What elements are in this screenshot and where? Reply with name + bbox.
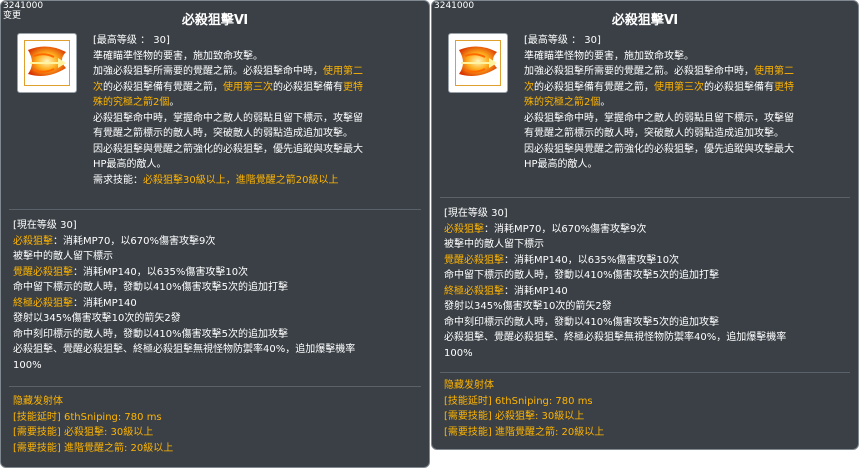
- desc-line: 因必殺狙擊與覺醒之箭強化的必殺狙擊，優先追蹤與攻擊最大: [524, 143, 794, 155]
- skill-stat-line: 必殺狙擊：消耗MP70，以670%傷害攻擊9次: [13, 235, 216, 247]
- skill-stat-line: 必殺狙擊、覺醒必殺狙擊、終極必殺狙擊無視怪物防禦率40%，追加爆擊機率: [13, 344, 356, 355]
- skill-icon: [448, 33, 508, 93]
- skill-stat-line: 被擊中的敵人留下標示: [13, 251, 113, 262]
- divider: [440, 197, 850, 198]
- skill-description: [最高等级 ： 30] 準確瞄準怪物的要害，施加致命攻擊。 加強必殺狙擊所需要的…: [524, 33, 854, 173]
- max-level: [最高等级 ： 30]: [93, 35, 170, 46]
- skill-stat-line: 100%: [444, 347, 473, 359]
- skill-stat-line: 必殺狙擊：消耗MP70，以670%傷害攻擊9次: [444, 223, 647, 235]
- desc-line: 準確瞄準怪物的要害，施加致命攻擊。: [524, 50, 694, 62]
- skill-stat-line: 覺醒必殺狙擊：消耗MP140，以635%傷害攻擊10次: [444, 254, 680, 266]
- divider: [440, 372, 850, 373]
- required-skill: 需求技能：必殺狙擊30級以上，進階覺醒之箭20級以上: [93, 174, 339, 186]
- skill-delay: [技能延时] 6thSniping: 780 ms: [444, 395, 593, 407]
- skill-stat-line: 終極必殺狙擊：消耗MP140: [13, 297, 137, 309]
- flaming-arrow-icon: [24, 40, 70, 86]
- desc-line: 加強必殺狙擊所需要的覺醒之箭。必殺狙擊命中時，使用第二: [93, 66, 363, 77]
- required-skill-line: [需要技能] 必殺狙擊: 30級以上: [444, 411, 585, 422]
- desc-line: 準確瞄準怪物的要害，施加致命攻擊。: [93, 50, 263, 62]
- divider: [9, 209, 421, 210]
- max-level: [最高等级 ： 30]: [524, 35, 601, 46]
- required-skill-line: [需要技能] 必殺狙擊: 30級以上: [13, 427, 154, 438]
- current-level: [現在等级 30]: [13, 220, 77, 231]
- desc-line: 加強必殺狙擊所需要的覺醒之箭。必殺狙擊命中時，使用第二: [524, 66, 794, 77]
- skill-tooltip-left: 3241000 变更 必殺狙擊Ⅵ [最高等级 ： 30] 準確瞄準怪物的要害，施…: [0, 0, 430, 468]
- desc-line: 因必殺狙擊與覺醒之箭強化的必殺狙擊，優先追蹤與攻擊最大: [93, 143, 363, 155]
- hidden-projectile-section: 隐藏发射体 [技能延时] 6thSniping: 780 ms [需要技能] 必…: [444, 378, 854, 440]
- desc-line: 必殺狙擊命中時，掌握命中之敵人的弱點且留下標示，攻擊留: [93, 112, 363, 124]
- skill-delay: [技能延时] 6thSniping: 780 ms: [13, 411, 162, 423]
- skill-stat-line: 覺醒必殺狙擊：消耗MP140，以635%傷害攻擊10次: [13, 266, 249, 278]
- current-level-section: [現在等级 30] 必殺狙擊：消耗MP70，以670%傷害攻擊9次 被擊中的敵人…: [13, 218, 423, 373]
- desc-line: 殊的究極之箭2個。: [524, 97, 611, 108]
- skill-title: 必殺狙擊Ⅵ: [611, 13, 679, 28]
- divider: [9, 386, 421, 387]
- desc-line: 有覺醒之箭標示的敵人時，突破敵人的弱點造成追加攻擊。: [93, 128, 353, 139]
- hidden-projectile-section: 隐藏发射体 [技能延时] 6thSniping: 780 ms [需要技能] 必…: [13, 394, 423, 456]
- desc-line: HP最高的敵人。: [93, 159, 167, 170]
- desc-line: 有覺醒之箭標示的敵人時，突破敵人的弱點造成追加攻擊。: [524, 128, 784, 139]
- skill-stat-line: 發射以345%傷害攻擊10次的箭矢2發: [444, 301, 612, 312]
- skill-stat-line: 終極必殺狙擊：消耗MP140: [444, 285, 568, 297]
- current-level-section: [現在等级 30] 必殺狙擊：消耗MP70，以670%傷害攻擊9次 被擊中的敵人…: [444, 206, 854, 361]
- skill-icon: [17, 33, 77, 93]
- flaming-arrow-icon: [455, 40, 501, 86]
- desc-line: 次的必殺狙擊備有覺醒之箭，使用第三次的必殺狙擊備有更特: [93, 81, 363, 93]
- skill-stat-line: 命中刻印標示的敵人時，發動以410%傷害攻擊5次的追加攻擊: [13, 328, 288, 340]
- hidden-title: 隐藏发射体: [444, 380, 494, 391]
- skill-description: [最高等级 ： 30] 準確瞄準怪物的要害，施加致命攻擊。 加強必殺狙擊所需要的…: [93, 33, 423, 188]
- current-level: [現在等级 30]: [444, 208, 508, 219]
- skill-stat-line: 命中留下標示的敵人時，發動以410%傷害攻擊5次的追加打擊: [13, 282, 288, 293]
- skill-title: 必殺狙擊Ⅵ: [181, 13, 249, 28]
- skill-tooltip-right: 3241000 必殺狙擊Ⅵ [最高等级 ： 30] 準確瞄準怪物的要害，施加致命…: [431, 0, 859, 450]
- skill-stat-line: 必殺狙擊、覺醒必殺狙擊、終極必殺狙擊無視怪物防禦率40%，追加爆擊機率: [444, 332, 787, 343]
- skill-stat-line: 被擊中的敵人留下標示: [444, 239, 544, 250]
- required-skill-line: [需要技能] 進階覺醒之箭: 20級以上: [13, 442, 174, 454]
- skill-stat-line: 命中刻印標示的敵人時，發動以410%傷害攻擊5次的追加攻擊: [444, 316, 719, 328]
- required-skill-line: [需要技能] 進階覺醒之箭: 20級以上: [444, 426, 605, 438]
- skill-stat-line: 100%: [13, 359, 42, 371]
- hidden-title: 隐藏发射体: [13, 396, 63, 407]
- desc-line: 次的必殺狙擊備有覺醒之箭，使用第三次的必殺狙擊備有更特: [524, 81, 794, 93]
- desc-line: 殊的究極之箭2個。: [93, 97, 180, 108]
- desc-line: HP最高的敵人。: [524, 159, 598, 170]
- skill-stat-line: 發射以345%傷害攻擊10次的箭矢2發: [13, 313, 181, 324]
- skill-stat-line: 命中留下標示的敵人時，發動以410%傷害攻擊5次的追加打擊: [444, 270, 719, 281]
- desc-line: 必殺狙擊命中時，掌握命中之敵人的弱點且留下標示，攻擊留: [524, 112, 794, 124]
